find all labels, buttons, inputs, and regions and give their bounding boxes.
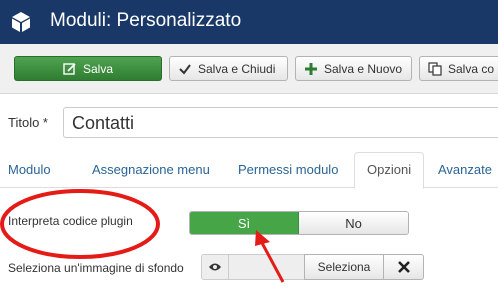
- close-icon: [397, 261, 410, 273]
- plugin-code-label: Interpreta codice plugin: [8, 214, 133, 228]
- save-button[interactable]: Salva: [14, 56, 162, 81]
- plus-icon: [305, 62, 317, 75]
- tab-avanzate[interactable]: Avanzate: [438, 162, 492, 177]
- no-option[interactable]: No: [299, 212, 408, 234]
- select-image-button[interactable]: Seleziona: [304, 254, 384, 280]
- cube-icon: [12, 12, 30, 32]
- plugin-code-toggle: Sì No: [189, 211, 409, 235]
- toolbar: Salva Salva e Chiudi Salva e Nuovo Salva…: [0, 44, 498, 94]
- clear-image-button[interactable]: [384, 254, 424, 280]
- tab-opzioni[interactable]: Opzioni: [354, 152, 425, 189]
- tab-bar: Modulo Assegnazione menu Permessi modulo…: [0, 152, 498, 189]
- tab-modulo[interactable]: Modulo: [8, 162, 51, 177]
- edit-icon: [63, 62, 76, 75]
- preview-button[interactable]: [201, 254, 229, 280]
- page-title: Moduli: Personalizzato: [50, 10, 242, 31]
- tab-permessi-modulo[interactable]: Permessi modulo: [238, 162, 338, 177]
- save-as-copy-button[interactable]: Salva co: [419, 56, 498, 81]
- save-and-new-label: Salva e Nuovo: [324, 61, 403, 76]
- save-label: Salva: [82, 61, 114, 76]
- check-icon: [179, 63, 191, 75]
- yes-option[interactable]: Sì: [190, 212, 299, 234]
- media-field: Seleziona: [201, 254, 424, 280]
- save-and-close-button[interactable]: Salva e Chiudi: [169, 56, 288, 81]
- image-path-input[interactable]: [229, 254, 304, 280]
- copy-icon: [428, 61, 442, 76]
- title-input[interactable]: Contatti: [63, 107, 498, 138]
- save-and-new-button[interactable]: Salva e Nuovo: [295, 56, 412, 81]
- tab-assegnazione-menu[interactable]: Assegnazione menu: [92, 162, 210, 177]
- eye-icon: [209, 263, 221, 271]
- title-label: Titolo *: [8, 115, 48, 130]
- save-as-copy-label: Salva co: [448, 61, 495, 76]
- app-header: Moduli: Personalizzato: [0, 0, 498, 44]
- save-and-close-label: Salva e Chiudi: [198, 61, 276, 76]
- background-image-label: Seleziona un'immagine di sfondo: [8, 261, 184, 275]
